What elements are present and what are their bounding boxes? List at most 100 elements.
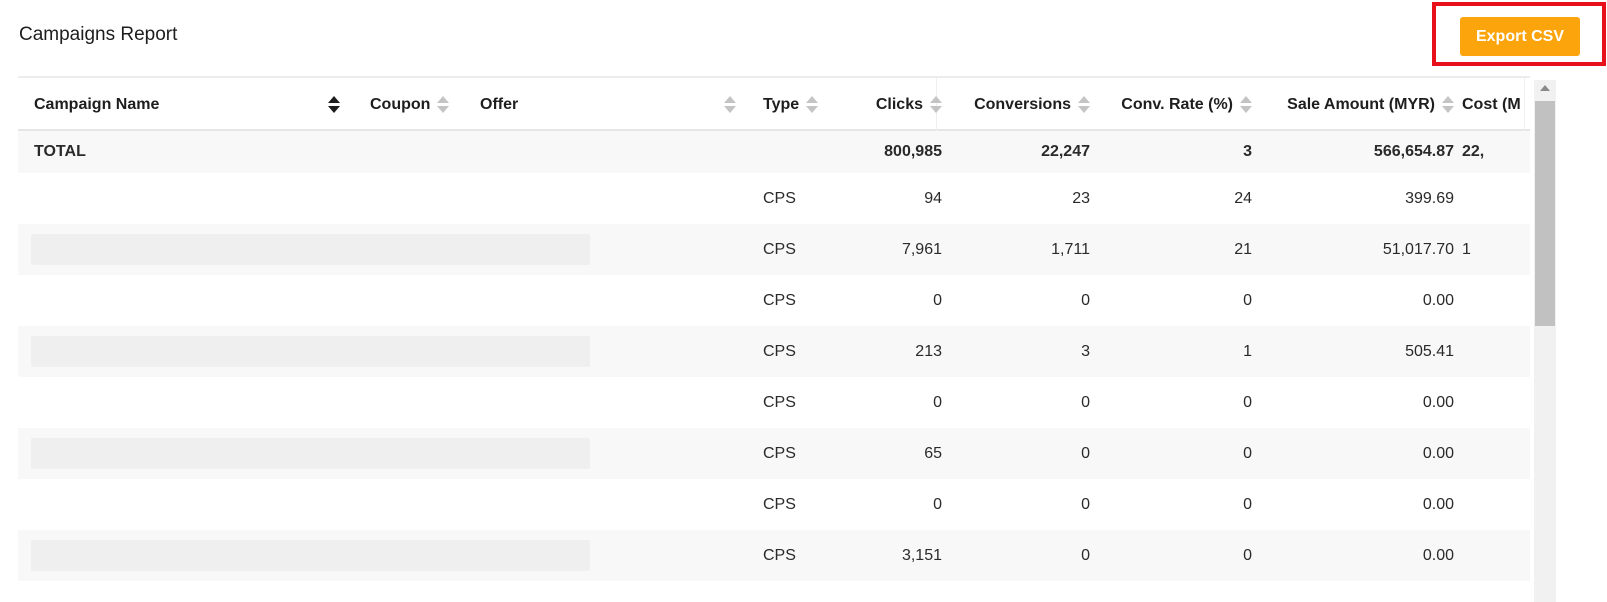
- table-row[interactable]: CPS 0 0 0 0.00: [18, 275, 1530, 326]
- cell-clicks: 0: [933, 291, 942, 309]
- cell-cost: [1462, 326, 1530, 377]
- cell-clicks: 0: [933, 495, 942, 513]
- cell-conv-rate: 0: [1243, 291, 1252, 309]
- sort-icon[interactable]: [930, 96, 942, 113]
- redacted-campaign-name: [31, 336, 590, 367]
- total-clicks: 800,985: [884, 143, 942, 160]
- total-sale-amount: 566,654.87: [1373, 143, 1454, 160]
- cell-sale-amount: 0.00: [1422, 291, 1454, 309]
- export-csv-button[interactable]: Export CSV: [1460, 17, 1580, 56]
- vertical-scrollbar[interactable]: [1534, 80, 1556, 602]
- column-header-sale-amount[interactable]: Sale Amount (MYR): [1258, 78, 1454, 131]
- cell-type: CPS: [763, 546, 796, 564]
- redacted-campaign-name: [31, 540, 590, 571]
- column-header-clicks[interactable]: Clicks: [844, 78, 942, 131]
- column-header-campaign-name[interactable]: Campaign Name: [34, 78, 340, 131]
- scrollbar-thumb[interactable]: [1535, 101, 1555, 326]
- cell-conversions: 1,711: [1051, 240, 1090, 258]
- cell-sale-amount: 0.00: [1422, 495, 1454, 513]
- column-header-label: Clicks: [875, 95, 923, 113]
- total-conv-rate: 3: [1243, 143, 1252, 160]
- redacted-campaign-name: [31, 234, 590, 265]
- campaigns-table: Campaign Name Coupon Offer Type Clicks Conver…: [18, 76, 1552, 602]
- cell-clicks: 65: [924, 444, 942, 462]
- cell-type: CPS: [763, 342, 796, 360]
- cell-sale-amount: 505.41: [1405, 342, 1454, 360]
- cell-type: CPS: [763, 291, 796, 309]
- cell-type: CPS: [763, 444, 796, 462]
- sort-icon[interactable]: [1240, 96, 1252, 113]
- cell-sale-amount: 0.00: [1422, 546, 1454, 564]
- cell-conv-rate: 0: [1243, 393, 1252, 411]
- sort-icon[interactable]: [1078, 96, 1090, 113]
- cell-type: CPS: [763, 189, 796, 207]
- scroll-up-arrow-icon[interactable]: [1540, 85, 1550, 91]
- column-header-cost[interactable]: Cost (M: [1462, 78, 1530, 131]
- cell-cost: 1: [1462, 240, 1471, 258]
- cell-cost: [1462, 377, 1530, 428]
- cell-clicks: 213: [915, 342, 942, 360]
- cell-conversions: 0: [1081, 495, 1090, 513]
- redacted-campaign-name: [31, 438, 590, 469]
- cell-conversions: 23: [1072, 189, 1090, 207]
- total-cost: 22,: [1462, 143, 1485, 160]
- table-row[interactable]: CPS 0 0 0 0.00: [18, 377, 1530, 428]
- cell-cost: [1462, 479, 1530, 530]
- column-header-type[interactable]: Type: [763, 78, 843, 131]
- table-row[interactable]: CPS 94 23 24 399.69: [18, 173, 1530, 224]
- table-row[interactable]: CPS 0 0 0 0.00: [18, 479, 1530, 530]
- sort-icon[interactable]: [724, 96, 736, 113]
- cell-conversions: 0: [1081, 291, 1090, 309]
- cell-clicks: 0: [933, 393, 942, 411]
- cell-type: CPS: [763, 393, 796, 411]
- column-header-label: Conv. Rate (%): [1121, 95, 1233, 113]
- cell-conversions: 0: [1081, 546, 1090, 564]
- total-label: TOTAL: [34, 143, 86, 160]
- cell-conversions: 0: [1081, 444, 1090, 462]
- total-row: TOTAL 800,985 22,247 3 566,654.87 22,: [18, 131, 1530, 173]
- table-row[interactable]: CPS 3,151 0 0 0.00: [18, 530, 1530, 581]
- cell-type: CPS: [763, 495, 796, 513]
- cell-sale-amount: 51,017.70: [1382, 240, 1454, 258]
- cell-clicks: 3,151: [901, 546, 942, 564]
- table-body-viewport: Campaign Name Coupon Offer Type Clicks Conver…: [18, 76, 1530, 602]
- column-header-conversions[interactable]: Conversions: [950, 78, 1090, 131]
- cell-clicks: 7,961: [901, 240, 942, 258]
- cell-conv-rate: 24: [1234, 189, 1252, 207]
- sort-icon[interactable]: [437, 96, 450, 113]
- cell-conversions: 3: [1081, 342, 1090, 360]
- column-header-label: Coupon: [370, 95, 431, 113]
- cell-cost: [1462, 173, 1530, 224]
- table-header: Campaign Name Coupon Offer Type Clicks Conver…: [18, 76, 1530, 131]
- column-header-label: Offer: [480, 95, 519, 113]
- cell-conv-rate: 0: [1243, 495, 1252, 513]
- sort-icon[interactable]: [328, 96, 340, 113]
- cell-clicks: 94: [924, 189, 942, 207]
- cell-cost: [1462, 428, 1530, 479]
- column-header-label: Type: [763, 95, 800, 113]
- table-row[interactable]: CPS 213 3 1 505.41: [18, 326, 1530, 377]
- cell-conv-rate: 1: [1243, 342, 1252, 360]
- cell-cost: [1462, 275, 1530, 326]
- cell-sale-amount: 0.00: [1422, 444, 1454, 462]
- column-header-label: Conversions: [974, 95, 1071, 113]
- column-header-label: Cost (M: [1462, 95, 1521, 113]
- cell-sale-amount: 0.00: [1422, 393, 1454, 411]
- cell-sale-amount: 399.69: [1405, 189, 1454, 207]
- column-header-conv-rate[interactable]: Conv. Rate (%): [1096, 78, 1252, 131]
- cell-conversions: 0: [1081, 393, 1090, 411]
- column-header-label: Campaign Name: [34, 95, 160, 113]
- cell-conv-rate: 21: [1234, 240, 1252, 258]
- table-row[interactable]: CPS 65 0 0 0.00: [18, 428, 1530, 479]
- column-header-offer[interactable]: Offer: [480, 78, 736, 131]
- cell-conv-rate: 0: [1243, 546, 1252, 564]
- sort-icon[interactable]: [806, 96, 819, 113]
- cell-type: CPS: [763, 240, 796, 258]
- column-header-label: Sale Amount (MYR): [1287, 95, 1435, 113]
- table-row[interactable]: CPS 7,961 1,711 21 51,017.70 1: [18, 224, 1530, 275]
- cell-cost: [1462, 530, 1530, 581]
- column-header-coupon[interactable]: Coupon: [370, 78, 480, 131]
- page-title: Campaigns Report: [19, 24, 178, 45]
- total-conversions: 22,247: [1041, 143, 1090, 160]
- sort-icon[interactable]: [1442, 96, 1454, 113]
